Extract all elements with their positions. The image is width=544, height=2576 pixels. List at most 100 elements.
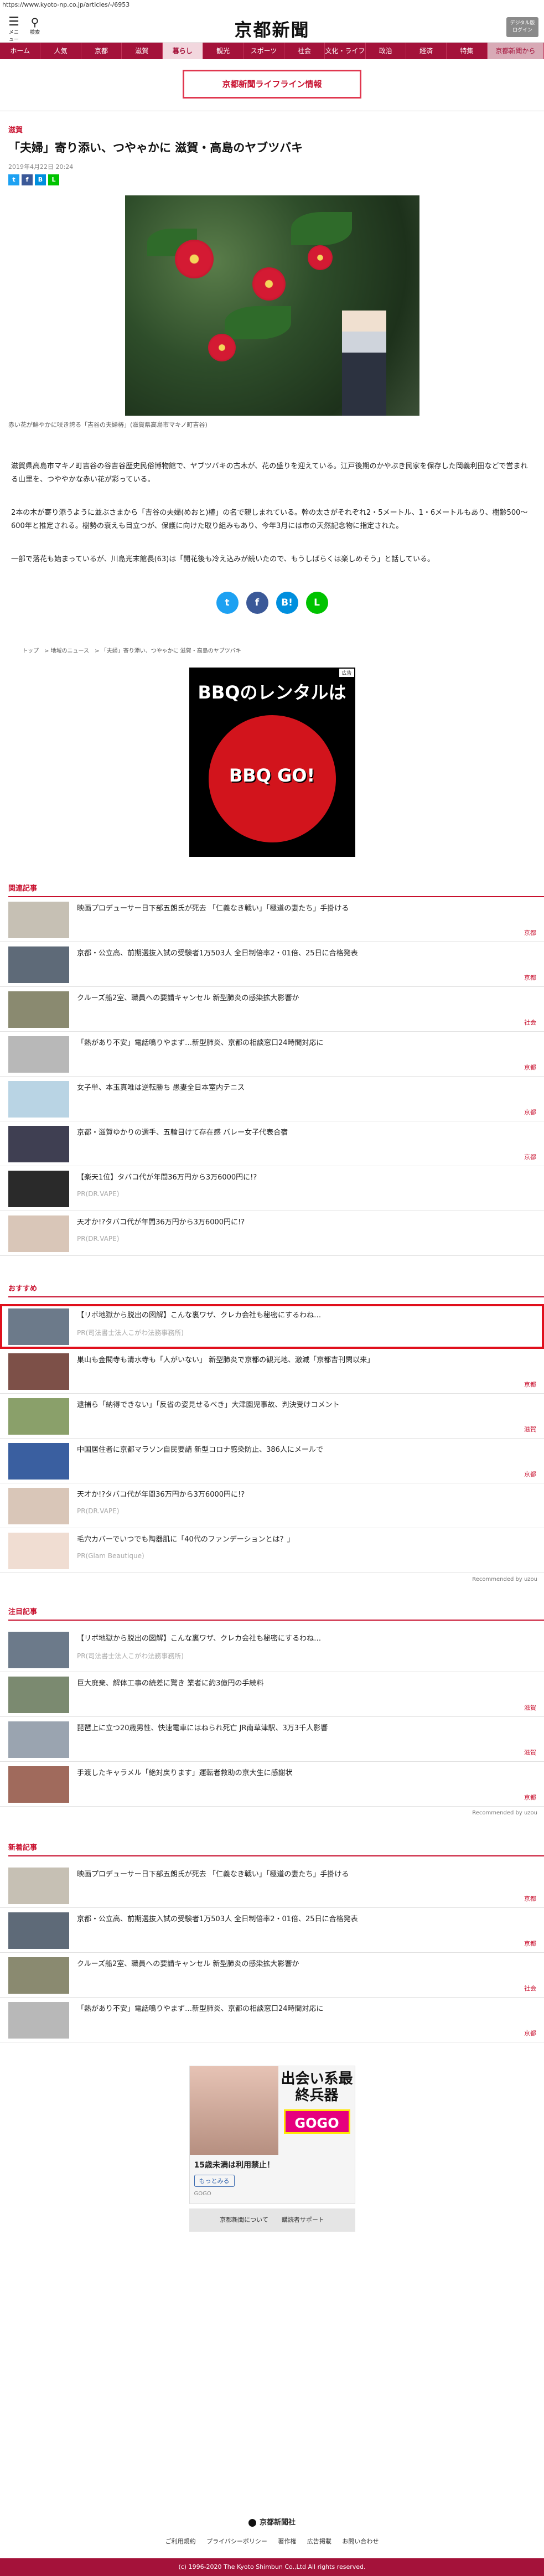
section-heading: 関連記事 bbox=[8, 882, 544, 897]
info-links: 京都新聞について 購読者サポート bbox=[189, 2208, 355, 2232]
uzou-credit[interactable]: Recommended by uzou bbox=[0, 1573, 544, 1582]
ad-more-button[interactable]: もっとみる bbox=[194, 2175, 235, 2187]
ad-image bbox=[189, 2066, 278, 2155]
item-title: 【リボ地獄から脱出の図解】こんな裏ワザ、クレカ会社も秘密にするわね… bbox=[77, 1634, 322, 1643]
footer: 京都新聞社 ご利用規約 プライバシーポリシー 著作権 広告掲載 お問い合わせ bbox=[0, 2494, 544, 2546]
nav-item[interactable]: 政治 bbox=[366, 43, 406, 59]
list-item[interactable]: 逮捕ら「納得できない」「反省の姿見せるべき」大津園児事故、判決受けコメント 滋賀 bbox=[0, 1394, 544, 1439]
article-body: 滋賀県高島市マキノ町吉谷の谷吉谷歴史民俗博物館で、ヤブツバキの古木が、花の盛りを… bbox=[0, 460, 544, 566]
nav-item[interactable]: 暮らし bbox=[162, 43, 203, 59]
thumbnail bbox=[8, 1632, 69, 1668]
list-item[interactable]: 中国居住者に京都マラソン自民要請 新型コロナ感染防止、386人にメールで 京都 bbox=[0, 1439, 544, 1483]
item-sponsor: PR(DR.VAPE) bbox=[77, 1507, 120, 1515]
list-item[interactable]: 琵琶上に立つ20歳男性、快速電車にはねられ死亡 JR南草津駅、3万3千人影響 滋賀 bbox=[0, 1717, 544, 1762]
nav-item[interactable]: 経済 bbox=[406, 43, 447, 59]
list-item[interactable]: 京都・公立高、前期選抜入試の受験者1万503人 全日制倍率2・01倍、25日に合… bbox=[0, 942, 544, 987]
nav-item[interactable]: 社会 bbox=[284, 43, 325, 59]
thumbnail bbox=[8, 1443, 69, 1480]
list-item[interactable]: 京都・公立高、前期選抜入試の受験者1万503人 全日制倍率2・01倍、25日に合… bbox=[0, 1908, 544, 1953]
breadcrumb: トップ > 地域のニュース > 「夫婦」寄り添い、つやゃかに 滋賀・高島のヤブツバキ bbox=[22, 648, 241, 654]
item-sponsor: PR(DR.VAPE) bbox=[77, 1235, 120, 1243]
breadcrumb-item[interactable]: トップ bbox=[22, 648, 39, 654]
footer-logo[interactable]: 京都新聞社 bbox=[0, 2516, 544, 2527]
address-bar[interactable]: https://www.kyoto-np.co.jp/articles/-/69… bbox=[0, 0, 544, 9]
hatena-icon[interactable]: B! bbox=[276, 592, 298, 614]
list-item[interactable]: 「熱があり不安」電話鳴りやまず…新型肺炎、京都の相談窓口24時間対応に京都 bbox=[0, 1032, 544, 1077]
breadcrumb-item: 「夫婦」寄り添い、つやゃかに 滋賀・高島のヤブツバキ bbox=[101, 648, 241, 654]
about-link[interactable]: 京都新聞について bbox=[213, 2208, 275, 2232]
thumbnail bbox=[8, 1081, 69, 1118]
thumbnail bbox=[8, 1036, 69, 1073]
footer-link[interactable]: プライバシーポリシー bbox=[206, 2538, 267, 2545]
item-sponsor: PR(司法書士法人こがわ法務事務所) bbox=[77, 1329, 184, 1337]
item-tag: 社会 bbox=[524, 1019, 536, 1026]
nav-item[interactable]: 京都 bbox=[81, 43, 122, 59]
list-item[interactable]: 手渡したキャラメル「絶対戻ります」運転者救助の京大生に感謝状 京都 bbox=[0, 1762, 544, 1807]
twitter-icon[interactable]: t bbox=[8, 174, 19, 185]
list-item[interactable]: 映画プロデューサー日下部五朗氏が死去 「仁義なき戦い」「極道の妻たち」手掛ける京… bbox=[0, 1863, 544, 1908]
thumbnail bbox=[8, 1398, 69, 1435]
list-item[interactable]: クルーズ船2室、職員への要請キャンセル 新型肺炎の感染拡大影響か 社会 bbox=[0, 1953, 544, 1998]
footer-link[interactable]: お問い合わせ bbox=[342, 2538, 379, 2545]
company-name: 京都新聞社 bbox=[259, 2518, 296, 2527]
list-item[interactable]: 映画プロデューサー日下部五朗氏が死去 「仁義なき戦い」「極道の妻たち」手掛ける京… bbox=[0, 897, 544, 942]
line-icon[interactable]: L bbox=[48, 174, 59, 185]
nav-item[interactable]: 滋賀 bbox=[122, 43, 163, 59]
nav-item[interactable]: 特集 bbox=[447, 43, 488, 59]
list-item[interactable]: 「熱があり不安」電話鳴りやまず…新型肺炎、京都の相談窓口24時間対応に 京都 bbox=[0, 1998, 544, 2042]
copyright: (c) 1996-2020 The Kyoto Shimbun Co.,Ltd … bbox=[0, 2558, 544, 2576]
list-item[interactable]: 天才か!?タバコ代が年間36万円から3万6000円に!? PR(DR.VAPE) bbox=[0, 1483, 544, 1528]
list-item[interactable]: 京都・滋賀ゆかりの選手、五輪目けて存在感 バレー女子代表合宿 京都 bbox=[0, 1121, 544, 1166]
item-title: 天才か!?タバコ代が年間36万円から3万6000円に!? bbox=[77, 1218, 245, 1227]
twitter-icon[interactable]: t bbox=[216, 592, 239, 614]
share-buttons-large: t f B! L bbox=[0, 592, 544, 614]
item-title: 琵琶上に立つ20歳男性、快速電車にはねられ死亡 JR南草津駅、3万3千人影響 bbox=[77, 1724, 328, 1732]
list-item[interactable]: 巣山も金閣寺も清水寺も「人がいない」 新型肺炎で京都の観光地、激減「京都吉刊閑以… bbox=[0, 1349, 544, 1394]
item-tag: 京都 bbox=[524, 1109, 536, 1116]
footer-link[interactable]: 著作権 bbox=[278, 2538, 296, 2545]
leaf bbox=[291, 212, 352, 245]
thumbnail bbox=[8, 1126, 69, 1162]
item-title: 中国居住者に京都マラソン自民要請 新型コロナ感染防止、386人にメールで bbox=[77, 1446, 323, 1454]
digital-login-button[interactable]: デジタル版 ログイン bbox=[506, 17, 538, 37]
article-category[interactable]: 滋賀 bbox=[8, 124, 544, 135]
nav-item[interactable]: 人気 bbox=[40, 43, 81, 59]
thumbnail bbox=[8, 1912, 69, 1949]
site-logo[interactable]: 京都新聞 bbox=[0, 16, 544, 42]
line-icon[interactable]: L bbox=[305, 592, 328, 614]
item-title: 「熱があり不安」電話鳴りやまず…新型肺炎、京都の相談窓口24時間対応に bbox=[77, 1039, 324, 1047]
list-item[interactable]: 女子単、本玉真唯は逆転勝ち 愚妻全日本室内テニス 京都 bbox=[0, 1077, 544, 1121]
hatena-icon[interactable]: B bbox=[35, 174, 46, 185]
bbq-ad[interactable]: 広告 BBQのレンタルは BBQ GO! bbox=[189, 668, 355, 857]
footer-link[interactable]: ご利用規約 bbox=[165, 2538, 196, 2545]
thumbnail bbox=[8, 1353, 69, 1390]
uzou-credit[interactable]: Recommended by uzou bbox=[0, 1807, 544, 1816]
footer-link[interactable]: 広告掲載 bbox=[307, 2538, 331, 2545]
ad-label: 広告 bbox=[339, 669, 354, 677]
list-item[interactable]: 【楽天1位】タバコ代が年間36万円から3万6000円に!? PR(DR.VAPE) bbox=[0, 1166, 544, 1211]
ad-brand: GOGO bbox=[283, 2109, 350, 2134]
lifeline-banner[interactable]: 京都新聞ライフライン情報 bbox=[183, 70, 361, 99]
nav-item[interactable]: スポーツ bbox=[243, 43, 284, 59]
list-item[interactable]: 【リボ地獄から脱出の図解】こんな裏ワザ、クレカ会社も秘密にするわね… PR(司法書… bbox=[0, 1304, 544, 1349]
site-header: ☰ メニュー ⚲ 検索 京都新聞 デジタル版 ログイン bbox=[0, 9, 544, 43]
nav-item[interactable]: 文化・ライフ bbox=[325, 43, 366, 59]
support-link[interactable]: 購読者サポート bbox=[275, 2208, 331, 2232]
list-item[interactable]: 毛穴カバーでいつでも陶器肌に「40代のファンデーションとは？」 PR(Glam B… bbox=[0, 1528, 544, 1573]
item-tag: 京都 bbox=[524, 1064, 536, 1071]
facebook-icon[interactable]: f bbox=[246, 592, 268, 614]
facebook-icon[interactable]: f bbox=[22, 174, 33, 185]
nav-item[interactable]: 京都新聞から bbox=[487, 43, 544, 59]
list-item[interactable]: クルーズ船2室、職員への要請キャンセル 新型肺炎の感染拡大影響か 社会 bbox=[0, 987, 544, 1032]
item-title: 【楽天1位】タバコ代が年間36万円から3万6000円に!? bbox=[77, 1173, 257, 1182]
nav-item[interactable]: ホーム bbox=[0, 43, 41, 59]
list-item[interactable]: 巨大廃棄、解体工事の続差に驚き 業者に約3億円の手続料 滋賀 bbox=[0, 1672, 544, 1717]
nav-item[interactable]: 観光 bbox=[203, 43, 244, 59]
list-item[interactable]: 天才か!?タバコ代が年間36万円から3万6000円に!? PR(DR.VAPE) bbox=[0, 1211, 544, 1256]
camellia-flower bbox=[252, 267, 286, 301]
breadcrumb-item[interactable]: 地域のニュース bbox=[51, 648, 90, 654]
footer-links: ご利用規約 プライバシーポリシー 著作権 広告掲載 お問い合わせ bbox=[0, 2537, 544, 2546]
gogo-ad[interactable]: 出会い系最終兵器 GOGO 15歳未満は利用禁止！ もっとみる GOGO bbox=[189, 2066, 355, 2204]
list-item[interactable]: 【リボ地獄から脱出の図解】こんな裏ワザ、クレカ会社も秘密にするわね… PR(司法書… bbox=[0, 1627, 544, 1672]
article-paragraph: 滋賀県高島市マキノ町吉谷の谷吉谷歴史民俗博物館で、ヤブツバキの古木が、花の盛りを… bbox=[11, 462, 528, 484]
